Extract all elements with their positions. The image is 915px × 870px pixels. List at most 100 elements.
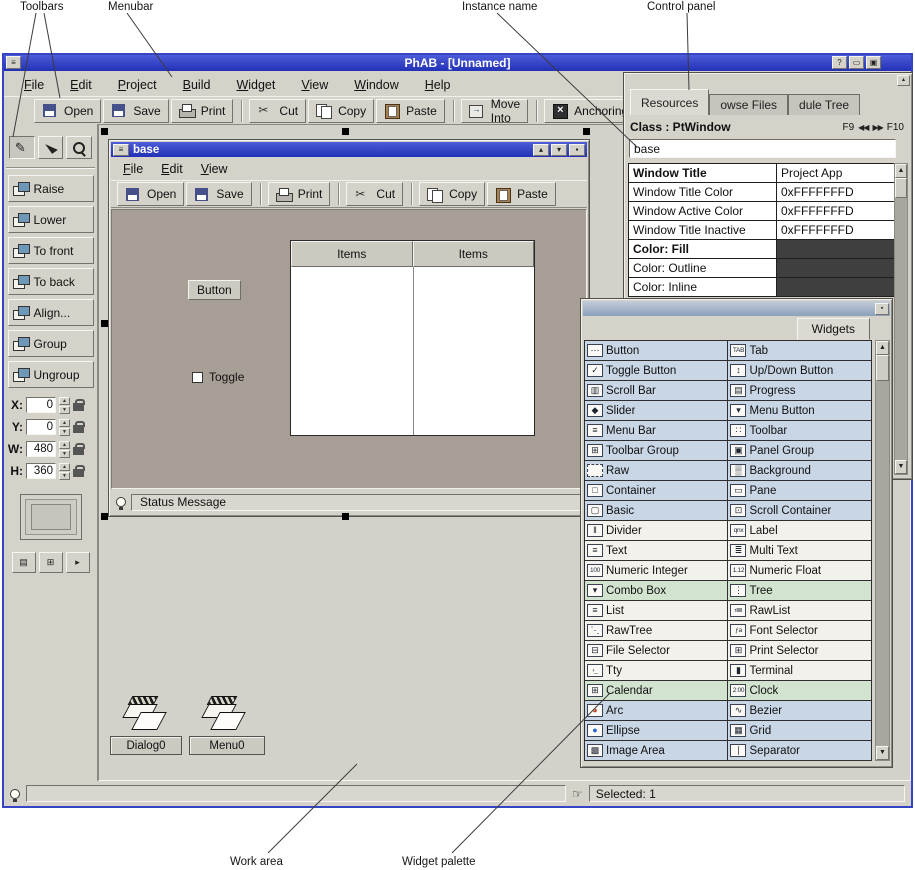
paste-button[interactable]: Paste — [487, 182, 556, 206]
w-field[interactable]: 480 — [26, 441, 56, 457]
expand-button[interactable]: ▸ — [66, 552, 90, 573]
save-button[interactable]: Save — [103, 99, 168, 123]
x-field[interactable]: 0 — [26, 397, 56, 413]
widget-combo-box[interactable]: ▾Combo Box — [585, 581, 728, 601]
cut-button[interactable]: Cut — [346, 182, 403, 206]
y-stepper-up-icon[interactable]: ▲ — [59, 419, 70, 427]
grid-view-button[interactable]: ⊞ — [39, 552, 63, 573]
y-stepper-down-icon[interactable]: ▼ — [59, 428, 70, 436]
toggle-widget[interactable]: Toggle — [192, 370, 244, 384]
save-button[interactable]: Save — [186, 182, 251, 206]
widget-multi-text[interactable]: ≣Multi Text — [728, 541, 872, 561]
property-name[interactable]: Window Title Inactive — [629, 221, 777, 240]
h-stepper-down-icon[interactable]: ▼ — [59, 472, 70, 480]
w-stepper-down-icon[interactable]: ▼ — [59, 450, 70, 458]
selection-handle[interactable] — [342, 128, 349, 135]
lower-button[interactable]: Lower — [8, 206, 94, 233]
widget-up-down-button[interactable]: ↕Up/Down Button — [728, 361, 872, 381]
h-field[interactable]: 360 — [26, 463, 56, 479]
align-button[interactable]: Align... — [8, 299, 94, 326]
y-field[interactable]: 0 — [26, 419, 56, 435]
widget-font-selector[interactable]: ƒaFont Selector — [728, 621, 872, 641]
property-value[interactable]: 0xFFFFFFFD — [777, 183, 898, 202]
base-canvas[interactable]: Button Toggle Items Items — [111, 209, 587, 489]
f10-label[interactable]: F10 — [887, 122, 904, 133]
widget-numeric-float[interactable]: 1.12Numeric Float — [728, 561, 872, 581]
f9-label[interactable]: F9 — [842, 122, 854, 133]
widget-file-selector[interactable]: ⊟File Selector — [585, 641, 728, 661]
widget-separator[interactable]: ∣Separator — [728, 741, 872, 761]
move-into-button[interactable]: Move Into — [461, 99, 528, 123]
property-value[interactable] — [777, 278, 898, 297]
widget-basic[interactable]: ▢Basic — [585, 501, 728, 521]
widget-rawtree[interactable]: ⋱RawTree — [585, 621, 728, 641]
palette-titlebar[interactable]: ▪ — [583, 301, 890, 316]
pointer-tool-button[interactable] — [38, 136, 64, 159]
to-front-button[interactable]: To front — [8, 237, 94, 264]
open-button[interactable]: Open — [34, 99, 101, 123]
scroll-thumb[interactable] — [895, 178, 907, 198]
widget-terminal[interactable]: ▮Terminal — [728, 661, 872, 681]
widget-slider[interactable]: ◆Slider — [585, 401, 728, 421]
scroll-up-icon[interactable]: ▲ — [895, 164, 907, 178]
resource-scrollbar[interactable]: ▲ ▼ — [894, 163, 908, 475]
scroll-up-icon[interactable]: ▲ — [876, 341, 889, 355]
module-dialog0[interactable]: Dialog0 — [110, 694, 182, 755]
open-button[interactable]: Open — [117, 182, 184, 206]
widget-tree[interactable]: ⋮Tree — [728, 581, 872, 601]
print-button[interactable]: Print — [268, 182, 331, 206]
instance-name-input[interactable]: base — [629, 139, 896, 158]
widget-list[interactable]: ≡List — [585, 601, 728, 621]
widget-image-area[interactable]: ▩Image Area — [585, 741, 728, 761]
list-header-cell[interactable]: Items — [291, 241, 413, 267]
tile-view-button[interactable]: ▤ — [12, 552, 36, 573]
to-back-button[interactable]: To back — [8, 268, 94, 295]
tab-widgets[interactable]: Widgets — [797, 318, 870, 340]
widget-menu-button[interactable]: ▾Menu Button — [728, 401, 872, 421]
widget-grid[interactable]: ▦Grid — [728, 721, 872, 741]
y-stepper[interactable]: ▲▼ — [59, 419, 70, 436]
tab-owse-files[interactable]: owse Files — [709, 94, 788, 115]
main-menu-help[interactable]: Help — [425, 78, 451, 92]
main-menu-widget[interactable]: Widget — [236, 78, 275, 92]
checkbox-icon[interactable] — [192, 372, 203, 383]
property-name[interactable]: Color: Outline — [629, 259, 777, 278]
base-menu-file[interactable]: File — [123, 162, 143, 176]
widget-toggle-button[interactable]: ✓Toggle Button — [585, 361, 728, 381]
widget-menu-bar[interactable]: ≡Menu Bar — [585, 421, 728, 441]
widget-text[interactable]: ≡Text — [585, 541, 728, 561]
list-header-cell[interactable]: Items — [413, 241, 535, 267]
base-menu-edit[interactable]: Edit — [161, 162, 183, 176]
y-lock-icon[interactable] — [73, 425, 84, 433]
main-menu-project[interactable]: Project — [118, 78, 157, 92]
magnifier-tool-button[interactable] — [66, 136, 92, 159]
scroll-down-icon[interactable]: ▼ — [876, 746, 889, 760]
property-name[interactable]: Window Active Color — [629, 202, 777, 221]
widget-divider[interactable]: ‖Divider — [585, 521, 728, 541]
widget-tab[interactable]: TABTab — [728, 341, 872, 361]
tab-dule-tree[interactable]: dule Tree — [788, 94, 860, 115]
tab-resources[interactable]: Resources — [630, 89, 709, 115]
widget-progress[interactable]: ▤Progress — [728, 381, 872, 401]
widget-ellipse[interactable]: ●Ellipse — [585, 721, 728, 741]
close-button[interactable]: ▪ — [569, 144, 585, 156]
scroll-down-icon[interactable]: ▼ — [895, 460, 907, 474]
widget-arc[interactable]: ◕Arc — [585, 701, 728, 721]
palette-scrollbar[interactable]: ▲ ▼ — [875, 340, 890, 761]
zoom-button[interactable]: ▣ — [866, 56, 881, 69]
paste-button[interactable]: Paste — [376, 99, 445, 123]
module-label[interactable]: Dialog0 — [110, 736, 182, 755]
property-value[interactable]: 0xFFFFFFFD — [777, 221, 898, 240]
window-menu-icon[interactable]: ≡ — [113, 144, 129, 156]
h-stepper[interactable]: ▲▼ — [59, 463, 70, 480]
ungroup-button[interactable]: Ungroup — [8, 361, 94, 388]
widget-background[interactable]: ▒Background — [728, 461, 872, 481]
divider-list-widget[interactable]: Items Items — [290, 240, 535, 436]
w-stepper[interactable]: ▲▼ — [59, 441, 70, 458]
widget-bezier[interactable]: ∿Bezier — [728, 701, 872, 721]
property-name[interactable]: Window Title — [629, 164, 777, 183]
widget-label[interactable]: qnxLabel — [728, 521, 872, 541]
selection-handle[interactable] — [101, 320, 108, 327]
widget-pane[interactable]: ▭Pane — [728, 481, 872, 501]
x-lock-icon[interactable] — [73, 403, 84, 411]
